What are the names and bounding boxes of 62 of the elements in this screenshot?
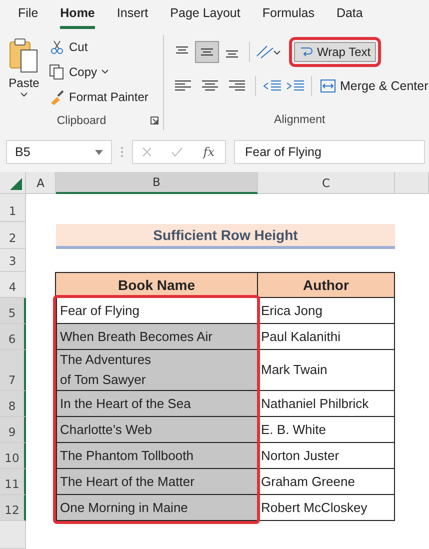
row-header[interactable]: 5 (0, 298, 26, 324)
merge-center-button[interactable]: Merge & Center (317, 78, 429, 94)
group-label: Clipboard (56, 114, 106, 126)
menu-tab[interactable]: Page Layout (170, 6, 240, 29)
row-header[interactable]: 4 (0, 272, 26, 298)
copy-button[interactable]: Copy (48, 62, 150, 82)
table-cell: Nathaniel Philbrick (258, 391, 395, 417)
table-cell: Mark Twain (258, 350, 395, 391)
table-cell: One Morning in Maine (56, 495, 258, 521)
table-cell: Erica Jong (258, 298, 395, 324)
row-header[interactable]: 12 (0, 495, 26, 521)
caret-icon (101, 69, 110, 75)
copy-icon (49, 64, 65, 80)
menu-tab[interactable]: Formulas (262, 6, 314, 29)
menu-tab[interactable]: Insert (116, 6, 148, 29)
row-header[interactable]: 7 (0, 350, 26, 391)
drag-handle-icon[interactable] (120, 146, 124, 158)
table-cell: Paul Kalanithi (258, 324, 395, 350)
group-label: Alignment (274, 114, 326, 126)
paste-button[interactable]: Paste (0, 35, 48, 111)
table-cell: Graham Greene (258, 469, 395, 495)
row-header[interactable]: 8 (0, 391, 26, 417)
table-cell: The Phantom Tollbooth (56, 443, 258, 469)
vertical-align-button[interactable] (195, 41, 219, 63)
clipboard-icon (9, 38, 39, 74)
row-header[interactable]: 2 (0, 222, 26, 249)
dialog-launcher-icon[interactable] (150, 116, 159, 125)
caret-icon (95, 150, 103, 154)
menu-tab[interactable]: File (18, 6, 38, 29)
row-header[interactable]: 10 (0, 443, 26, 469)
table-cell: Charlotte’s Web (56, 417, 258, 443)
column-header[interactable]: C (258, 172, 395, 194)
row-header[interactable]: 11 (0, 469, 26, 495)
column-header[interactable]: A (26, 172, 56, 194)
row-header[interactable]: 3 (0, 249, 26, 272)
row-header[interactable]: 6 (0, 324, 26, 350)
table-cell: In the Heart of the Sea (56, 391, 258, 417)
table-cell: When Breath Becomes Air (56, 324, 258, 350)
table-header-cell: Author (257, 272, 395, 298)
paintbrush-icon (49, 89, 65, 105)
scissors-icon (49, 39, 65, 55)
wrap-icon (299, 45, 313, 59)
column-header[interactable]: B (56, 172, 258, 194)
insert-function-button[interactable]: fx (202, 144, 216, 160)
format-painter-button[interactable]: Format Painter (48, 87, 150, 107)
name-box[interactable]: B5 (6, 140, 112, 164)
table-cell: Robert McCloskey (258, 495, 395, 521)
orientation-icon[interactable] (255, 44, 281, 60)
table-cell: The Adventures of Tom Sawyer (56, 350, 258, 391)
caret-icon (20, 92, 28, 98)
menu-tab[interactable]: Data (336, 6, 363, 29)
table-cell: Norton Juster (258, 443, 395, 469)
row-header[interactable]: 9 (0, 417, 26, 443)
sheet-title: Sufficient Row Height (56, 224, 395, 249)
cut-button[interactable]: Cut (48, 37, 150, 57)
row-header[interactable]: 1 (0, 194, 26, 222)
formula-field[interactable]: Fear of Flying (234, 140, 425, 164)
table-cell: The Heart of the Matter (56, 469, 258, 495)
table-cell: E. B. White (258, 417, 395, 443)
table-cell: Fear of Flying (56, 298, 258, 324)
select-all-icon[interactable] (10, 178, 22, 190)
merge-icon (320, 79, 336, 93)
